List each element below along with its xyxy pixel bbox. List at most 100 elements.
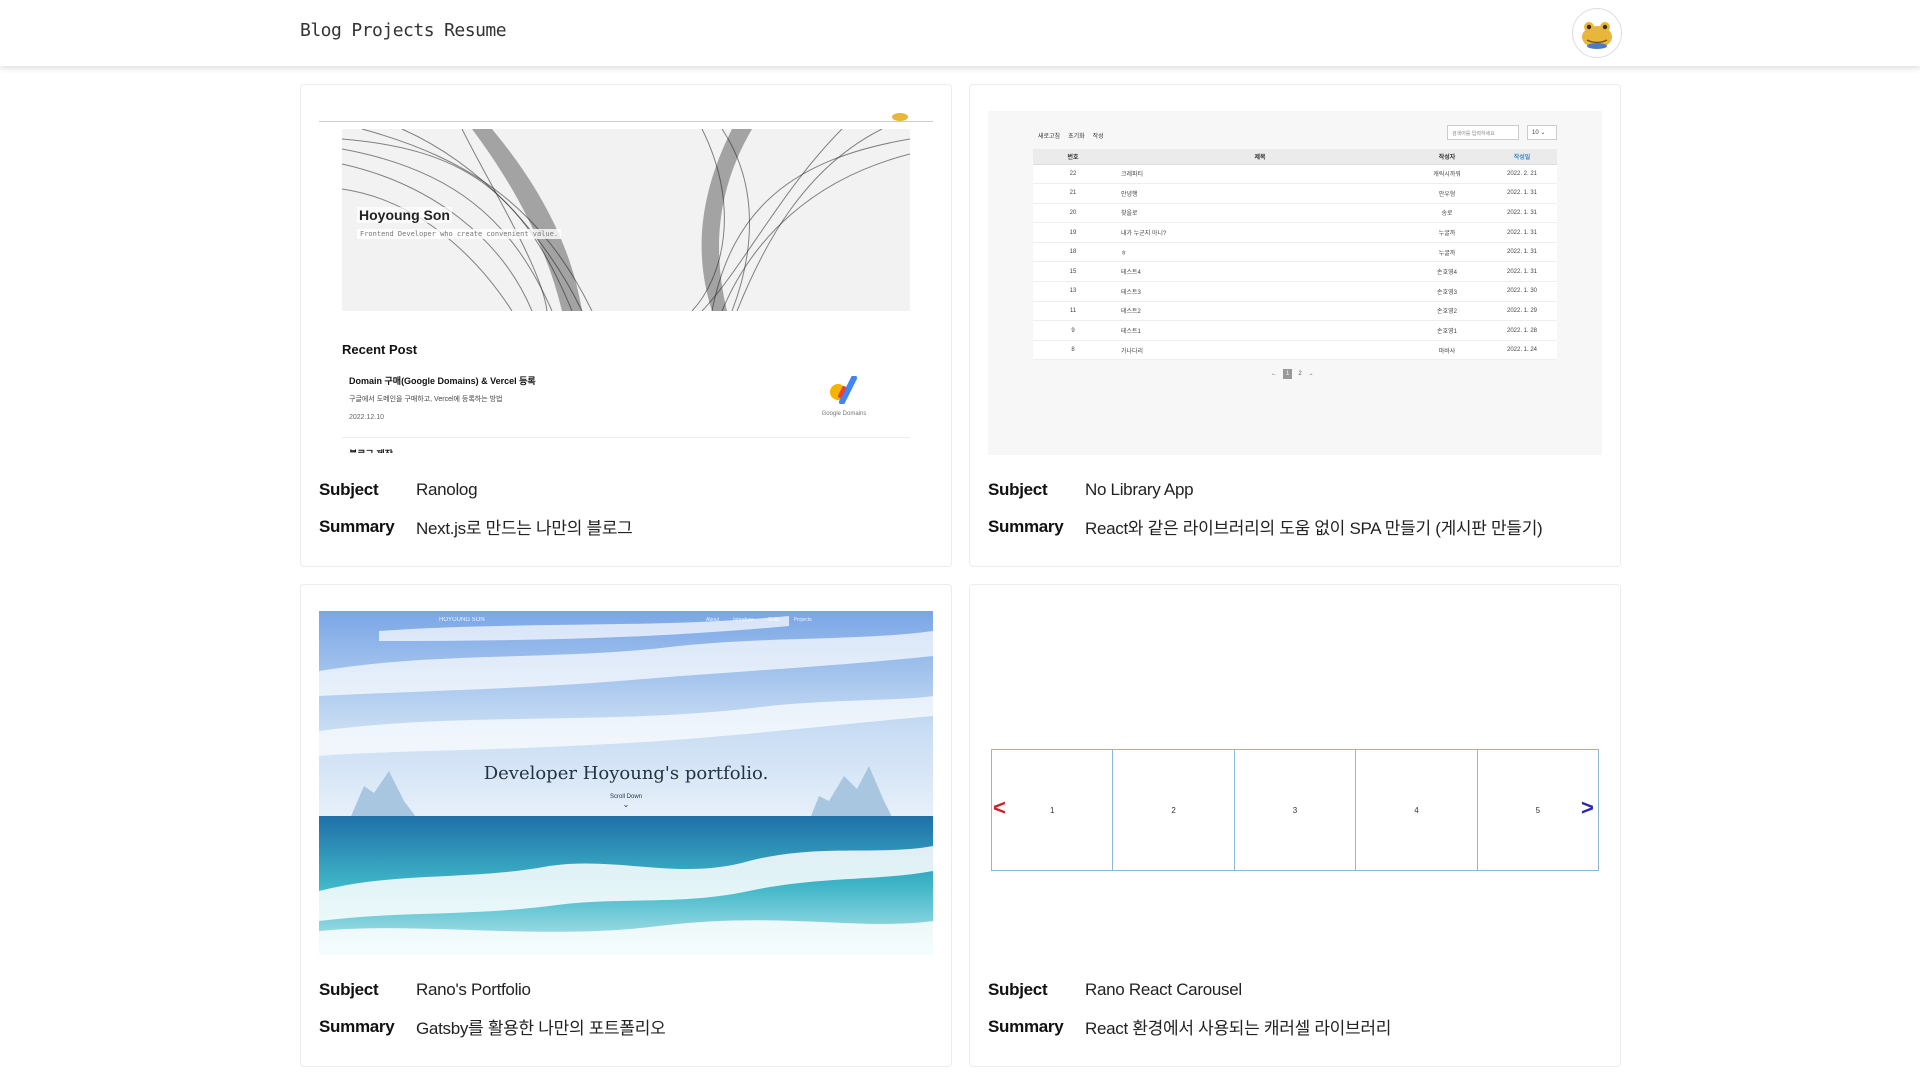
table-cell: 테스트4 xyxy=(1113,261,1407,283)
nav-blog[interactable]: Blog xyxy=(300,20,342,41)
summary-value: React 환경에서 사용되는 캐러셀 라이브러리 xyxy=(1085,1019,1392,1038)
table-cell: 13 xyxy=(1033,281,1113,302)
summary-value: React와 같은 라이브러리의 도움 없이 SPA 만들기 (게시판 만들기) xyxy=(1085,519,1543,538)
preview-next-post-title: 블로그 제작 xyxy=(349,447,393,453)
column-header: 작성자 xyxy=(1407,149,1487,165)
project-meta: Subject Ranolog Summary Next.js로 만드는 나만의 블… xyxy=(319,471,633,545)
project-card-no-library-app[interactable]: 새로고침 초기화 작성 검색어를 입력하세요 10 ⌄ 번호 제목 작성자 작성… xyxy=(969,84,1621,567)
board-preview: 새로고침 초기화 작성 검색어를 입력하세요 10 ⌄ 번호 제목 작성자 작성… xyxy=(988,111,1602,455)
table-cell: 2022. 1. 31 xyxy=(1487,203,1557,224)
preview-divider xyxy=(319,121,933,122)
summary-value: Gatsby를 활용한 나만의 포트폴리오 xyxy=(416,1019,666,1038)
table-row: 19 내가 누군지 아니? 누굴까 2022. 1. 31 xyxy=(1033,222,1557,243)
subject-value: Rano's Portfolio xyxy=(416,979,531,999)
preview-logo: HOYOUNG SON xyxy=(439,617,485,623)
carousel-track: 1 2 3 4 5 xyxy=(991,749,1599,871)
subject-label: Subject xyxy=(319,479,379,499)
frog-avatar-icon xyxy=(1582,22,1612,49)
table-cell: 2022. 1. 31 xyxy=(1487,261,1557,283)
nav-projects[interactable]: Projects xyxy=(351,20,434,41)
project-card-ranolog[interactable]: Hoyoung Son Frontend Developer who creat… xyxy=(300,84,952,567)
preview-name: Hoyoung Son xyxy=(357,207,452,223)
table-cell: 마바사 xyxy=(1407,340,1487,361)
carousel-slide: 2 xyxy=(1113,750,1235,870)
carousel-slide: 3 xyxy=(1235,750,1357,870)
table-row: 13 테스트3 손호영3 2022. 1. 30 xyxy=(1033,281,1557,302)
table-cell: 2022. 1. 31 xyxy=(1487,222,1557,243)
summary-value: Next.js로 만드는 나만의 블로그 xyxy=(416,519,633,538)
table-cell: 테스트1 xyxy=(1113,320,1407,341)
preview-menu-item: 작성 xyxy=(1092,134,1104,140)
table-cell: 내가 누군지 아니? xyxy=(1113,222,1407,243)
table-cell: 11 xyxy=(1033,301,1113,322)
table-row: 20 찾을로 송로 2022. 1. 31 xyxy=(1033,203,1557,224)
table-cell: 누굴까 xyxy=(1407,222,1487,243)
table-cell: 2022. 1. 30 xyxy=(1487,281,1557,302)
table-cell: 가나다리 xyxy=(1113,340,1407,361)
main-nav: Blog Projects Resume xyxy=(300,20,507,41)
table-row: 9 테스트1 손호영1 2022. 1. 28 xyxy=(1033,320,1557,341)
table-cell: 테스트3 xyxy=(1113,281,1407,302)
project-meta: Subject No Library App Summary React와 같은 라… xyxy=(988,471,1543,545)
table-cell: 2022. 1. 28 xyxy=(1487,320,1557,341)
project-thumbnail: Hoyoung Son Frontend Developer who creat… xyxy=(319,111,933,455)
preview-pager: ← 1 2 → xyxy=(1271,369,1314,379)
carousel-preview: 1 2 3 4 5 < > xyxy=(988,611,1602,955)
table-cell: 캐릭시까워 xyxy=(1407,164,1487,185)
project-meta: Subject Rano's Portfolio Summary Gatsby를 활… xyxy=(319,971,666,1045)
preview-search-input: 검색어를 입력하세요 xyxy=(1447,125,1519,140)
preview-post-thumb-label: Google Domains xyxy=(821,411,867,417)
column-header: 번호 xyxy=(1033,149,1113,165)
table-cell: 21 xyxy=(1033,183,1113,204)
preview-nav-item: About xyxy=(706,617,720,623)
subject-label: Subject xyxy=(988,479,1048,499)
table-header-row: 번호 제목 작성자 작성일 xyxy=(1033,149,1557,165)
table-cell: 손호영4 xyxy=(1407,261,1487,283)
pager-page: 1 xyxy=(1283,369,1293,379)
preview-nav-item: Projects xyxy=(793,617,812,623)
column-header: 제목 xyxy=(1113,149,1407,165)
preview-board-table: 번호 제목 작성자 작성일 22 크레파티 캐릭시까워 2022. 2. 21 21 안녕… xyxy=(1033,149,1557,361)
avatar[interactable] xyxy=(1572,8,1622,58)
preview-page-size-select: 10 ⌄ xyxy=(1527,125,1557,140)
project-thumbnail: HOYOUNG SON About Introduce Skills Proje… xyxy=(319,611,933,955)
preview-nav-item: Skills xyxy=(767,617,780,623)
preview-nav-item: Introduce xyxy=(733,617,754,623)
table-cell: 19 xyxy=(1033,222,1113,243)
summary-label: Summary xyxy=(319,1016,395,1036)
subject-value: Ranolog xyxy=(416,479,478,499)
preview-title: Developer Hoyoung's portfolio. xyxy=(483,763,769,784)
project-card-portfolio[interactable]: HOYOUNG SON About Introduce Skills Proje… xyxy=(300,584,952,1067)
preview-menu: 새로고침 초기화 작성 xyxy=(1038,131,1104,140)
table-cell: 안녕행 xyxy=(1113,183,1407,204)
table-cell: 손호영1 xyxy=(1407,320,1487,341)
table-cell: 20 xyxy=(1033,203,1113,224)
subject-value: No Library App xyxy=(1085,479,1194,499)
pager-page: 2 xyxy=(1298,371,1302,377)
subject-label: Subject xyxy=(319,979,379,999)
nav-resume[interactable]: Resume xyxy=(444,20,507,41)
table-cell: 15 xyxy=(1033,261,1113,283)
summary-label: Summary xyxy=(988,516,1064,536)
table-row: 21 안녕행 안우형 2022. 1. 31 xyxy=(1033,183,1557,204)
table-row: 18 ㅎ 누굴까 2022. 1. 31 xyxy=(1033,242,1557,263)
table-row: 8 가나다리 마바사 2022. 1. 24 xyxy=(1033,340,1557,361)
table-cell: 2022. 1. 29 xyxy=(1487,301,1557,322)
table-cell: 테스트2 xyxy=(1113,301,1407,322)
carousel-slide: 5 xyxy=(1535,805,1541,815)
table-cell: 크레파티 xyxy=(1113,164,1407,185)
column-header: 작성일 xyxy=(1487,149,1557,165)
project-card-react-carousel[interactable]: 1 2 3 4 5 < > Subject Rano React Carousel… xyxy=(969,584,1621,1067)
carousel-next-arrow-icon: > xyxy=(1581,795,1594,820)
preview-post-desc: 구글에서 도메인을 구매하고, Vercel에 등록하는 방법 xyxy=(349,396,503,403)
blog-hero-image: Hoyoung Son Frontend Developer who creat… xyxy=(342,129,910,311)
table-cell: 손호영2 xyxy=(1407,301,1487,322)
table-cell: 18 xyxy=(1033,242,1113,263)
table-cell: 찾을로 xyxy=(1113,203,1407,224)
chevron-down-icon: ⌄ xyxy=(622,800,630,809)
pager-next: → xyxy=(1307,371,1314,377)
table-cell: 2022. 2. 21 xyxy=(1487,164,1557,185)
preview-post-date: 2022.12.10 xyxy=(349,414,385,421)
table-row: 15 테스트4 손호영4 2022. 1. 31 xyxy=(1033,261,1557,283)
subject-value: Rano React Carousel xyxy=(1085,979,1242,999)
